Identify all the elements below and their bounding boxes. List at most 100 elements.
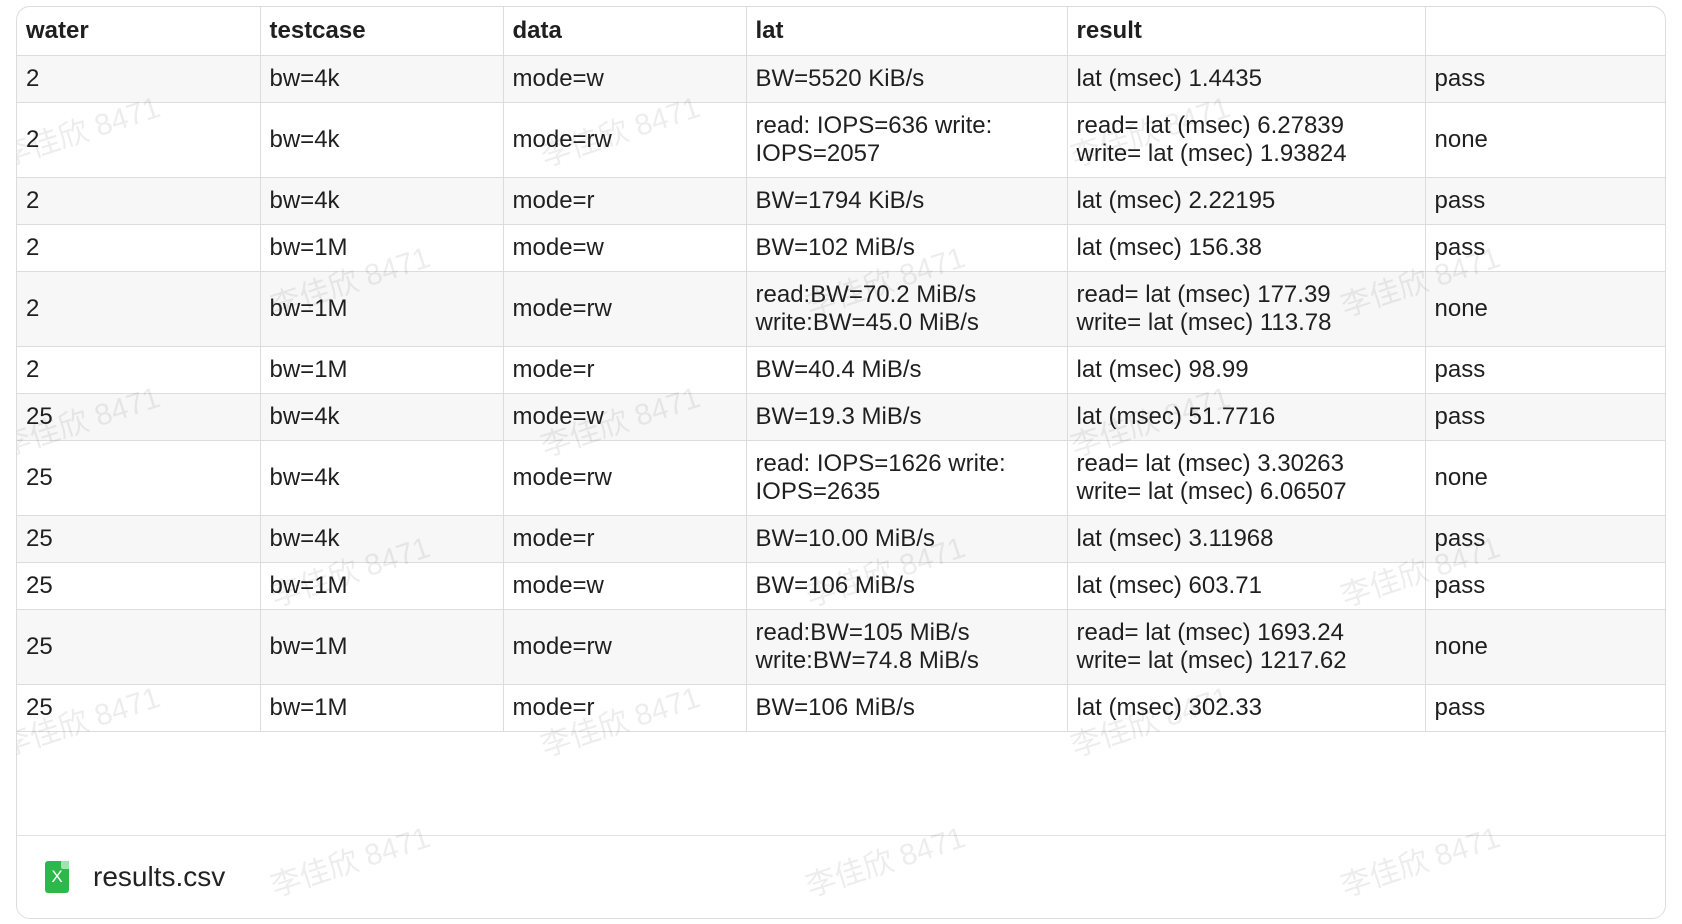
cell-result-line: lat (msec) 1.4435 — [1076, 65, 1262, 92]
cell-lat: BW=106 MiB/s — [745, 684, 1068, 732]
column-header-status — [1424, 7, 1665, 56]
cell-lat-line: write:BW=74.8 MiB/s — [755, 647, 979, 674]
cell-lat-line: read:BW=105 MiB/s — [755, 619, 970, 646]
table-row: 2 bw=1M mode=r BW=40.4 MiB/s lat (msec) 98.9… — [17, 346, 1665, 394]
cell-status: pass — [1424, 224, 1665, 272]
cell-water: 25 — [17, 515, 261, 563]
cell-testcase: bw=1M — [259, 271, 504, 347]
table-row: 2 bw=4k mode=rw read: IOPS=636 write: IOPS=2… — [17, 102, 1665, 178]
cell-status: pass — [1424, 684, 1665, 732]
cell-result-line: lat (msec) 98.99 — [1076, 356, 1249, 383]
table-row: 2 bw=4k mode=r BW=1794 KiB/s lat (msec) 2.22… — [17, 177, 1665, 225]
cell-result-line: write= lat (msec) 1.93824 — [1076, 140, 1347, 167]
attachment-file-name[interactable]: results.csv — [93, 861, 225, 893]
cell-result: lat (msec) 3.11968 — [1066, 515, 1426, 563]
cell-lat: BW=40.4 MiB/s — [745, 346, 1068, 394]
cell-water: 2 — [17, 224, 261, 272]
cell-lat-line: read: IOPS=1626 write: — [755, 450, 1006, 477]
cell-lat-line: IOPS=2057 — [755, 140, 881, 167]
cell-lat: BW=1794 KiB/s — [745, 177, 1068, 225]
cell-result-line: write= lat (msec) 6.06507 — [1076, 478, 1347, 505]
cell-data: mode=r — [502, 346, 747, 394]
cell-water: 2 — [17, 346, 261, 394]
table-row: 2 bw=4k mode=w BW=5520 KiB/s lat (msec) 1.44… — [17, 55, 1665, 103]
cell-lat: BW=106 MiB/s — [745, 562, 1068, 610]
cell-lat: BW=102 MiB/s — [745, 224, 1068, 272]
cell-lat-line: BW=40.4 MiB/s — [755, 356, 922, 383]
cell-result-line: lat (msec) 3.11968 — [1076, 525, 1274, 552]
cell-result: lat (msec) 1.4435 — [1066, 55, 1426, 103]
column-header-result: result — [1066, 7, 1426, 56]
cell-data: mode=w — [502, 393, 747, 441]
cell-result-line: write= lat (msec) 1217.62 — [1076, 647, 1347, 674]
cell-testcase: bw=1M — [259, 346, 504, 394]
cell-water: 2 — [17, 55, 261, 103]
cell-lat: read:BW=70.2 MiB/s write:BW=45.0 MiB/s — [745, 271, 1068, 347]
column-header-testcase: testcase — [259, 7, 504, 56]
cell-lat: BW=19.3 MiB/s — [745, 393, 1068, 441]
cell-water: 2 — [17, 102, 261, 178]
cell-lat-line: read: IOPS=636 write: — [755, 112, 993, 139]
cell-data: mode=rw — [502, 102, 747, 178]
cell-lat-line: BW=1794 KiB/s — [755, 187, 925, 214]
cell-lat-line: read:BW=70.2 MiB/s — [755, 281, 977, 308]
cell-result: lat (msec) 156.38 — [1066, 224, 1426, 272]
column-header-data: data — [502, 7, 747, 56]
cell-testcase: bw=4k — [259, 102, 504, 178]
cell-water: 2 — [17, 271, 261, 347]
cell-lat-line: IOPS=2635 — [755, 478, 881, 505]
cell-data: mode=r — [502, 177, 747, 225]
cell-lat: BW=5520 KiB/s — [745, 55, 1068, 103]
cell-result: read= lat (msec) 1693.24 write= lat (msec… — [1066, 609, 1426, 685]
table-row: 25 bw=1M mode=w BW=106 MiB/s lat (msec) 603.… — [17, 562, 1665, 610]
cell-data: mode=w — [502, 224, 747, 272]
cell-testcase: bw=1M — [259, 224, 504, 272]
cell-data: mode=rw — [502, 271, 747, 347]
cell-status: pass — [1424, 562, 1665, 610]
cell-testcase: bw=4k — [259, 440, 504, 516]
cell-lat: read: IOPS=636 write: IOPS=2057 — [745, 102, 1068, 178]
cell-water: 25 — [17, 562, 261, 610]
cell-lat: read: IOPS=1626 write: IOPS=2635 — [745, 440, 1068, 516]
cell-result: read= lat (msec) 177.39 write= lat (msec)… — [1066, 271, 1426, 347]
cell-result: lat (msec) 98.99 — [1066, 346, 1426, 394]
table-row: 2 bw=1M mode=w BW=102 MiB/s lat (msec) 156.3… — [17, 224, 1665, 272]
column-header-lat: lat — [745, 7, 1068, 56]
cell-status: none — [1424, 609, 1665, 685]
cell-water: 25 — [17, 440, 261, 516]
results-table: water testcase data lat result 2 bw=4k mod… — [17, 7, 1665, 732]
cell-status: pass — [1424, 515, 1665, 563]
cell-testcase: bw=4k — [259, 515, 504, 563]
cell-status: pass — [1424, 346, 1665, 394]
cell-water: 25 — [17, 609, 261, 685]
table-row: 25 bw=1M mode=r BW=106 MiB/s lat (msec) 302.… — [17, 684, 1665, 732]
table-body: 2 bw=4k mode=w BW=5520 KiB/s lat (msec) 1.44… — [17, 55, 1665, 732]
cell-data: mode=w — [502, 562, 747, 610]
cell-lat-line: BW=19.3 MiB/s — [755, 403, 922, 430]
cell-status: none — [1424, 102, 1665, 178]
cell-result-line: lat (msec) 603.71 — [1076, 572, 1262, 599]
cell-lat-line: write:BW=45.0 MiB/s — [755, 309, 979, 336]
cell-result-line: read= lat (msec) 6.27839 — [1076, 112, 1344, 139]
cell-testcase: bw=4k — [259, 55, 504, 103]
table-header-row: water testcase data lat result — [17, 7, 1665, 56]
cell-data: mode=r — [502, 684, 747, 732]
cell-result-line: write= lat (msec) 113.78 — [1076, 309, 1332, 336]
cell-data: mode=w — [502, 55, 747, 103]
cell-result-line: read= lat (msec) 177.39 — [1076, 281, 1331, 308]
cell-result: lat (msec) 302.33 — [1066, 684, 1426, 732]
cell-testcase: bw=1M — [259, 562, 504, 610]
table-row: 25 bw=4k mode=w BW=19.3 MiB/s lat (msec) 51.… — [17, 393, 1665, 441]
cell-lat: BW=10.00 MiB/s — [745, 515, 1068, 563]
cell-lat-line: BW=5520 KiB/s — [755, 65, 925, 92]
column-header-water: water — [17, 7, 261, 56]
attachment-bar[interactable]: X results.csv — [17, 835, 1665, 918]
cell-water: 2 — [17, 177, 261, 225]
csv-preview-card: water testcase data lat result 2 bw=4k mod… — [16, 6, 1666, 919]
table-row: 25 bw=4k mode=r BW=10.00 MiB/s lat (msec) 3.… — [17, 515, 1665, 563]
cell-data: mode=rw — [502, 609, 747, 685]
table-row: 25 bw=4k mode=rw read: IOPS=1626 write: IOPS… — [17, 440, 1665, 516]
cell-status: pass — [1424, 177, 1665, 225]
cell-status: none — [1424, 271, 1665, 347]
cell-lat-line: BW=106 MiB/s — [755, 572, 915, 599]
